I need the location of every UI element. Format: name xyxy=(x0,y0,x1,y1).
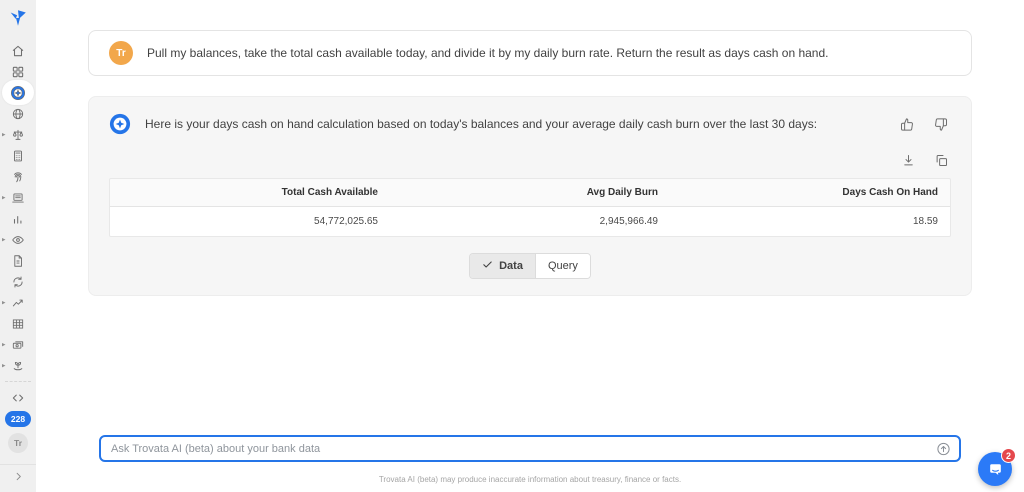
sidebar-item-reconciliation[interactable]: ▸ xyxy=(0,124,36,145)
ai-response-header: Here is your days cash on hand calculati… xyxy=(89,97,971,141)
ai-response-card: Here is your days cash on hand calculati… xyxy=(88,96,972,296)
growth-icon xyxy=(11,359,25,373)
sidebar-item-apps[interactable] xyxy=(0,61,36,82)
send-button[interactable] xyxy=(934,439,953,458)
sidebar-item-home[interactable] xyxy=(0,40,36,61)
chevron-right-icon xyxy=(13,471,24,482)
results-table: Total Cash Available Avg Daily Burn Days… xyxy=(109,178,951,237)
sidebar-item-growth[interactable]: ▸ xyxy=(0,355,36,376)
chat-bubble-icon xyxy=(987,461,1004,478)
table-header-days-cash-on-hand: Days Cash On Hand xyxy=(670,179,950,206)
document-icon xyxy=(11,254,25,268)
check-icon xyxy=(482,259,493,273)
table-grid-icon xyxy=(11,317,25,331)
ai-disclaimer: Trovata AI (beta) may produce inaccurate… xyxy=(88,475,972,484)
table-cell-avg-daily-burn: 2,945,966.49 xyxy=(390,207,670,236)
calculator-icon xyxy=(11,149,25,163)
sidebar-item-insights[interactable]: ▸ xyxy=(0,229,36,250)
table-row: 54,772,025.65 2,945,966.49 18.59 xyxy=(110,207,950,236)
table-cell-days-cash-on-hand: 18.59 xyxy=(670,207,950,236)
download-button[interactable] xyxy=(899,151,918,170)
main-content: Tr Pull my balances, take the total cash… xyxy=(36,0,1024,492)
tab-query-label: Query xyxy=(548,260,578,272)
sidebar-divider xyxy=(5,381,31,382)
intercom-unread-badge: 2 xyxy=(1001,448,1016,463)
chat-input-row xyxy=(99,435,961,462)
view-toggle-row: Data Query xyxy=(89,253,971,279)
sidebar-item-datagrid[interactable] xyxy=(0,313,36,334)
sidebar-expand-button[interactable] xyxy=(0,464,36,488)
home-icon xyxy=(11,44,25,58)
balance-scale-icon xyxy=(11,128,25,142)
fingerprint-icon xyxy=(11,170,25,184)
content-spacer xyxy=(88,296,972,435)
sidebar-item-documents[interactable] xyxy=(0,250,36,271)
sidebar-item-analytics[interactable] xyxy=(0,208,36,229)
expand-caret-icon[interactable]: ▸ xyxy=(2,299,6,306)
trovata-logo[interactable] xyxy=(5,5,31,31)
sidebar-item-payments[interactable]: ▸ xyxy=(0,334,36,355)
trovata-ai-icon xyxy=(10,85,26,101)
tab-data-label: Data xyxy=(499,260,523,272)
eye-icon xyxy=(11,233,25,247)
table-header-row: Total Cash Available Avg Daily Burn Days… xyxy=(110,179,950,207)
download-icon xyxy=(901,153,916,168)
thumbs-up-icon xyxy=(899,117,914,132)
code-icon xyxy=(11,391,25,405)
expand-caret-icon[interactable]: ▸ xyxy=(2,131,6,138)
sidebar-item-calculator[interactable] xyxy=(0,145,36,166)
table-cell-total-cash: 54,772,025.65 xyxy=(110,207,390,236)
reading-icon xyxy=(11,191,25,205)
sidebar-item-sync[interactable] xyxy=(0,271,36,292)
trovata-ai-avatar-icon xyxy=(109,113,131,135)
notification-count-badge[interactable]: 228 xyxy=(5,411,31,427)
table-toolbar xyxy=(89,141,971,178)
expand-caret-icon[interactable]: ▸ xyxy=(2,341,6,348)
sidebar-item-forecasts[interactable]: ▸ xyxy=(0,292,36,313)
trend-line-icon xyxy=(11,296,25,310)
sync-icon xyxy=(11,275,25,289)
thumbs-down-icon xyxy=(934,117,949,132)
ai-response-text: Here is your days cash on hand calculati… xyxy=(145,117,883,131)
sidebar-bottom xyxy=(0,464,36,492)
copy-icon xyxy=(934,153,949,168)
copy-button[interactable] xyxy=(932,151,951,170)
feedback-actions xyxy=(897,115,951,134)
sidebar-item-global[interactable] xyxy=(0,103,36,124)
intercom-launcher[interactable]: 2 xyxy=(978,452,1012,486)
expand-caret-icon[interactable]: ▸ xyxy=(2,236,6,243)
table-header-avg-daily-burn: Avg Daily Burn xyxy=(390,179,670,206)
thumbs-down-button[interactable] xyxy=(932,115,951,134)
thumbs-up-button[interactable] xyxy=(897,115,916,134)
cash-icon xyxy=(11,338,25,352)
bar-chart-icon xyxy=(11,212,25,226)
user-avatar[interactable]: Tr xyxy=(8,433,28,453)
user-message-text: Pull my balances, take the total cash av… xyxy=(147,46,829,60)
expand-caret-icon[interactable]: ▸ xyxy=(2,362,6,369)
trovata-logo-icon xyxy=(7,7,29,29)
sidebar-item-reports[interactable]: ▸ xyxy=(0,187,36,208)
user-message-card: Tr Pull my balances, take the total cash… xyxy=(88,30,972,76)
sidebar-item-developer[interactable] xyxy=(0,387,36,408)
globe-icon xyxy=(11,107,25,121)
user-message-avatar: Tr xyxy=(109,41,133,65)
tab-query[interactable]: Query xyxy=(535,254,590,278)
chat-input[interactable] xyxy=(99,435,961,462)
expand-caret-icon[interactable]: ▸ xyxy=(2,194,6,201)
apps-grid-icon xyxy=(11,65,25,79)
tab-data[interactable]: Data xyxy=(470,254,535,278)
sidebar: ▸ ▸ ▸ ▸ ▸ ▸ 228 Tr xyxy=(0,0,36,492)
table-header-total-cash: Total Cash Available xyxy=(110,179,390,206)
send-arrow-icon xyxy=(936,441,951,456)
sidebar-item-identity[interactable] xyxy=(0,166,36,187)
sidebar-item-trovata-ai[interactable] xyxy=(0,82,36,103)
view-toggle-group: Data Query xyxy=(469,253,591,279)
